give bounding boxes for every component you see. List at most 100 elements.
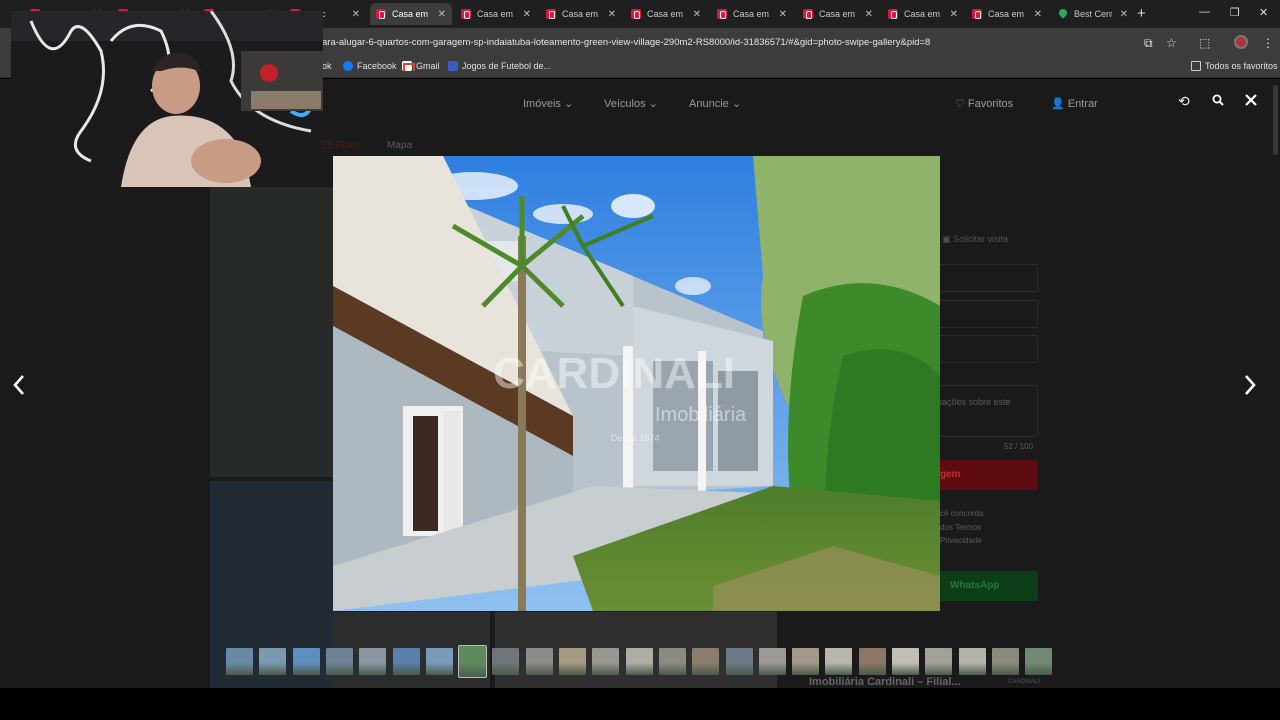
page-scrollbar[interactable] xyxy=(1273,85,1278,155)
bookmark-gmail[interactable]: Gmail xyxy=(402,61,440,71)
bookmark-facebook[interactable]: Facebook xyxy=(343,61,397,71)
gallery-thumbnail[interactable] xyxy=(392,648,420,675)
profile-avatar[interactable] xyxy=(1234,35,1248,49)
privacy-link[interactable]: Privacidade xyxy=(940,536,982,545)
browser-tab[interactable]: Casa em c✕ xyxy=(966,3,1048,25)
zoom-icon[interactable] xyxy=(1212,93,1224,111)
gallery-main-photo[interactable]: CARDINALI Imobiliária Desde 1974 xyxy=(333,156,940,611)
bookmark-star-icon[interactable]: ☆ xyxy=(1166,36,1177,50)
tab-mapa[interactable]: Mapa xyxy=(387,140,412,151)
gallery-thumbnail[interactable] xyxy=(925,648,953,675)
site-favicon-icon xyxy=(631,9,641,19)
whatsapp-button[interactable]: WhatsApp xyxy=(932,571,1038,601)
nav-entrar[interactable]: 👤 Entrar xyxy=(1051,97,1098,110)
close-gallery-icon[interactable] xyxy=(1244,93,1258,112)
gallery-thumbnail[interactable] xyxy=(725,648,753,675)
close-tab-icon[interactable]: ✕ xyxy=(1028,9,1042,20)
close-tab-icon[interactable]: ✕ xyxy=(517,9,531,20)
schedule-visit-link[interactable]: ▣ Solicitar visita xyxy=(942,234,1008,245)
nav-anuncie[interactable]: Anuncie ⌄ xyxy=(689,97,741,110)
message-field[interactable]: nações sobre este xyxy=(932,385,1038,437)
gallery-thumbnail[interactable] xyxy=(625,648,653,675)
gallery-thumbnail[interactable] xyxy=(292,648,320,675)
previous-photo-icon[interactable] xyxy=(12,374,26,401)
browser-tab[interactable]: Casa em c✕ xyxy=(370,3,452,25)
gallery-thumbnail[interactable] xyxy=(325,648,353,675)
gallery-thumbnail[interactable] xyxy=(991,648,1019,675)
gallery-thumbnail[interactable] xyxy=(892,648,919,675)
browser-tab[interactable]: Casa em c✕ xyxy=(540,3,622,25)
name-field[interactable] xyxy=(932,264,1038,292)
terms-link[interactable]: dos Termos xyxy=(940,523,981,532)
all-bookmarks[interactable]: Todos os favoritos xyxy=(1191,61,1278,71)
close-tab-icon[interactable]: ✕ xyxy=(859,9,873,20)
nav-favoritos[interactable]: ♡ Favoritos xyxy=(955,97,1013,110)
new-tab-icon[interactable]: + xyxy=(1137,5,1146,22)
gallery-thumbnail[interactable] xyxy=(425,648,453,675)
browser-tab[interactable]: Casa em c✕ xyxy=(625,3,707,25)
browser-tab[interactable]: Casa em c✕ xyxy=(455,3,537,25)
tab-label: Casa em c xyxy=(988,9,1026,19)
gallery-thumbnail[interactable] xyxy=(825,648,853,675)
tab-label: Casa em c xyxy=(733,9,771,19)
bookmark-jogos[interactable]: Jogos de Futebol de... xyxy=(448,61,551,71)
gallery-thumbnail[interactable] xyxy=(1025,648,1053,675)
minimize-icon[interactable]: — xyxy=(1199,6,1210,18)
gallery-thumbnail[interactable] xyxy=(458,645,488,678)
agency-name: Imobiliária Cardinali – Filial... xyxy=(809,676,961,688)
gallery-thumbnail[interactable] xyxy=(226,648,253,675)
nav-veiculos[interactable]: Veículos ⌄ xyxy=(604,97,658,110)
phone-field[interactable] xyxy=(932,335,1038,363)
facebook-icon xyxy=(343,61,353,71)
close-tab-icon[interactable]: ✕ xyxy=(346,9,360,20)
browser-menu-icon[interactable]: ⋮ xyxy=(1262,36,1274,50)
close-tab-icon[interactable]: ✕ xyxy=(1114,9,1128,20)
restore-icon[interactable]: ❐ xyxy=(1230,6,1240,19)
close-tab-icon[interactable]: ✕ xyxy=(432,9,446,20)
site-favicon-icon xyxy=(376,9,386,19)
gallery-thumbnail[interactable] xyxy=(658,648,686,675)
gallery-thumbnail[interactable] xyxy=(492,648,520,675)
gallery-thumbnail[interactable] xyxy=(259,648,287,675)
thumbnail-strip xyxy=(226,645,1056,678)
rotate-icon[interactable]: ⟲ xyxy=(1178,93,1190,110)
extensions-icon[interactable]: ⬚ xyxy=(1199,36,1210,50)
tab-label: Casa em c xyxy=(392,9,430,19)
gallery-thumbnail[interactable] xyxy=(792,648,820,675)
terms-line-1: cê concorda xyxy=(940,509,984,518)
gallery-thumbnail[interactable] xyxy=(858,648,886,675)
browser-tab[interactable]: Casa em c✕ xyxy=(882,3,964,25)
browser-tab[interactable]: Casa em c✕ xyxy=(711,3,793,25)
gallery-thumbnail[interactable] xyxy=(559,648,586,675)
tab-label: Best Cent xyxy=(1074,9,1112,19)
site-favicon-icon xyxy=(546,9,556,19)
gallery-thumbnail[interactable] xyxy=(525,648,553,675)
next-photo-icon[interactable] xyxy=(1243,374,1257,401)
gallery-thumbnail[interactable] xyxy=(958,648,986,675)
close-tab-icon[interactable]: ✕ xyxy=(773,9,787,20)
site-favicon-icon xyxy=(803,9,813,19)
install-app-icon[interactable]: ⧉ xyxy=(1144,36,1153,51)
site-favicon-icon xyxy=(888,9,898,19)
close-window-icon[interactable]: ✕ xyxy=(1259,6,1268,19)
watermark-since: Desde 1974 xyxy=(611,433,660,443)
gallery-thumbnail[interactable] xyxy=(758,648,786,675)
watermark-brand: CARDINALI xyxy=(493,349,735,398)
address-bar[interactable]: ara-alugar-6-quartos-com-garagem-sp-inda… xyxy=(322,37,930,48)
browser-tab[interactable]: Casa em c✕ xyxy=(797,3,879,25)
bookmark-partial[interactable]: ok xyxy=(322,61,332,71)
webcam-overlay xyxy=(11,11,323,187)
send-message-button[interactable]: gem xyxy=(932,460,1038,490)
gallery-thumbnail[interactable] xyxy=(692,648,720,675)
browser-tab[interactable]: Best Cent ✕ xyxy=(1052,3,1134,25)
close-tab-icon[interactable]: ✕ xyxy=(944,9,958,20)
close-tab-icon[interactable]: ✕ xyxy=(602,9,616,20)
close-tab-icon[interactable]: ✕ xyxy=(687,9,701,20)
nav-imoveis[interactable]: Imóveis ⌄ xyxy=(523,97,573,110)
tab-fotos[interactable]: 25 Fotos xyxy=(322,140,361,151)
gallery-thumbnail[interactable] xyxy=(592,648,620,675)
gallery-thumbnail[interactable] xyxy=(359,648,387,675)
tab-label: Casa em c xyxy=(477,9,515,19)
email-field[interactable] xyxy=(932,300,1038,328)
listing-photo-1[interactable] xyxy=(210,187,333,477)
